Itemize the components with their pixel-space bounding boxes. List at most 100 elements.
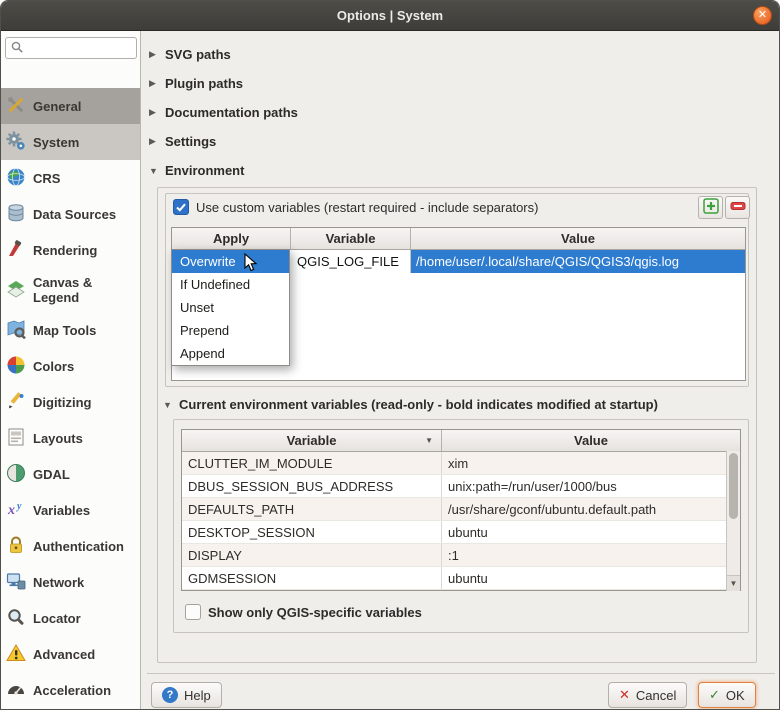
show-only-qgis-label: Show only QGIS-specific variables xyxy=(208,605,422,620)
pencil-icon xyxy=(6,391,26,414)
use-custom-variables-checkbox[interactable] xyxy=(173,199,189,215)
cancel-button[interactable]: ✕ Cancel xyxy=(608,682,687,708)
value-cell: xim xyxy=(442,452,740,474)
show-only-qgis-checkbox[interactable] xyxy=(185,604,201,620)
sidebar-item-digitizing[interactable]: Digitizing xyxy=(1,384,140,420)
ok-icon: ✓ xyxy=(709,687,720,703)
table-row: CLUTTER_IM_MODULE xim xyxy=(182,452,740,475)
sidebar-item-canvas-legend[interactable]: Canvas & Legend xyxy=(1,268,140,312)
variable-cell: DESKTOP_SESSION xyxy=(182,521,442,543)
footer-separator xyxy=(147,673,775,674)
table-scrollbar[interactable]: ▼ xyxy=(726,451,740,591)
help-button-label: Help xyxy=(184,688,211,703)
chevron-down-icon: ▼ xyxy=(149,166,159,176)
warning-icon xyxy=(6,643,26,666)
sidebar-item-variables[interactable]: xy Variables xyxy=(1,492,140,528)
sidebar-item-label: Layouts xyxy=(33,431,137,446)
apply-dropdown: Overwrite If Undefined Unset Prepend App… xyxy=(171,249,290,366)
lock-icon xyxy=(6,535,26,558)
column-header-value: Value xyxy=(411,228,745,249)
add-variable-button[interactable] xyxy=(698,196,723,219)
sidebar-item-crs[interactable]: CRS xyxy=(1,160,140,196)
minus-icon xyxy=(730,198,746,217)
variable-cell: GDMSESSION xyxy=(182,567,442,589)
dropdown-option-if-undefined[interactable]: If Undefined xyxy=(172,273,289,296)
column-header-variable: Variable xyxy=(291,228,411,249)
sidebar-item-system[interactable]: System xyxy=(1,124,140,160)
scrollbar-thumb[interactable] xyxy=(729,453,738,519)
scrollbar-down-button[interactable]: ▼ xyxy=(727,575,740,591)
section-current-env[interactable]: ▼ Current environment variables (read-on… xyxy=(163,397,658,412)
use-custom-variables-row: Use custom variables (restart required -… xyxy=(173,199,538,215)
section-settings[interactable]: ▶ Settings xyxy=(149,134,216,149)
help-icon: ? xyxy=(162,687,178,703)
section-plugin-paths[interactable]: ▶ Plugin paths xyxy=(149,76,243,91)
section-environment[interactable]: ▼ Environment xyxy=(149,163,244,178)
cancel-icon: ✕ xyxy=(619,687,630,703)
plus-icon xyxy=(703,198,719,217)
section-label: Settings xyxy=(165,134,216,149)
sidebar-item-acceleration[interactable]: Acceleration xyxy=(1,672,140,708)
help-button[interactable]: ? Help xyxy=(151,682,222,708)
table-row: DBUS_SESSION_BUS_ADDRESS unix:path=/run/… xyxy=(182,475,740,498)
sidebar-item-label: Rendering xyxy=(33,243,137,258)
sidebar-item-general[interactable]: General xyxy=(1,88,140,124)
close-button[interactable]: ✕ xyxy=(753,6,772,25)
sidebar-item-label: Advanced xyxy=(33,647,137,662)
sidebar-item-label: Canvas & Legend xyxy=(33,275,137,305)
dropdown-option-prepend[interactable]: Prepend xyxy=(172,319,289,342)
dropdown-option-unset[interactable]: Unset xyxy=(172,296,289,319)
dropdown-option-append[interactable]: Append xyxy=(172,342,289,365)
svg-text:y: y xyxy=(16,501,22,512)
variable-cell[interactable]: QGIS_LOG_FILE xyxy=(291,250,411,273)
remove-variable-button[interactable] xyxy=(725,196,750,219)
column-header-label: Variable xyxy=(287,433,337,448)
close-icon: ✕ xyxy=(758,9,767,21)
chevron-right-icon: ▶ xyxy=(149,49,159,60)
search-icon xyxy=(10,40,24,57)
sidebar-item-rendering[interactable]: Rendering xyxy=(1,232,140,268)
section-svg-paths[interactable]: ▶ SVG paths xyxy=(149,47,231,62)
sidebar-item-label: Colors xyxy=(33,359,137,374)
search-input[interactable] xyxy=(28,41,130,56)
sidebar-item-label: Locator xyxy=(33,611,137,626)
map-wrench-icon xyxy=(6,319,26,342)
value-cell: unix:path=/run/user/1000/bus xyxy=(442,475,740,497)
value-cell[interactable]: /home/user/.local/share/QGIS/QGIS3/qgis.… xyxy=(411,250,745,273)
sort-indicator-icon: ▼ xyxy=(425,436,433,445)
variable-cell: DBUS_SESSION_BUS_ADDRESS xyxy=(182,475,442,497)
dropdown-option-overwrite[interactable]: Overwrite xyxy=(172,250,289,273)
sidebar-item-authentication[interactable]: Authentication xyxy=(1,528,140,564)
scroll-down-icon: ▼ xyxy=(730,579,738,588)
options-dialog: Options | System ✕ General System CRS xyxy=(0,0,780,710)
sidebar-item-map-tools[interactable]: Map Tools xyxy=(1,312,140,348)
sidebar-item-network[interactable]: Network xyxy=(1,564,140,600)
titlebar[interactable]: Options | System ✕ xyxy=(1,1,779,31)
column-header-value[interactable]: Value xyxy=(442,430,740,451)
database-icon xyxy=(6,203,26,226)
chevron-right-icon: ▶ xyxy=(149,136,159,147)
page-layout-icon xyxy=(6,427,26,450)
sidebar-item-colors[interactable]: Colors xyxy=(1,348,140,384)
tools-icon xyxy=(6,95,26,118)
sidebar-item-locator[interactable]: Locator xyxy=(1,600,140,636)
magnifier-icon xyxy=(6,607,26,630)
section-documentation-paths[interactable]: ▶ Documentation paths xyxy=(149,105,298,120)
sidebar-item-label: GDAL xyxy=(33,467,137,482)
sidebar-item-gdal[interactable]: GDAL xyxy=(1,456,140,492)
globe-icon xyxy=(6,167,26,190)
sidebar-item-label: Network xyxy=(33,575,137,590)
mouse-cursor xyxy=(244,253,258,276)
sidebar-item-layouts[interactable]: Layouts xyxy=(1,420,140,456)
sidebar-item-label: Data Sources xyxy=(33,207,137,222)
value-cell: /usr/share/gconf/ubuntu.default.path xyxy=(442,498,740,520)
sidebar-search[interactable] xyxy=(5,37,137,59)
ok-button[interactable]: ✓ OK xyxy=(698,682,756,708)
column-header-variable[interactable]: Variable ▼ xyxy=(182,430,442,451)
chevron-down-icon: ▼ xyxy=(163,400,173,410)
column-header-apply: Apply xyxy=(172,228,291,249)
color-wheel-icon xyxy=(6,355,26,378)
sidebar-item-label: CRS xyxy=(33,171,137,186)
sidebar-item-advanced[interactable]: Advanced xyxy=(1,636,140,672)
sidebar-item-data-sources[interactable]: Data Sources xyxy=(1,196,140,232)
